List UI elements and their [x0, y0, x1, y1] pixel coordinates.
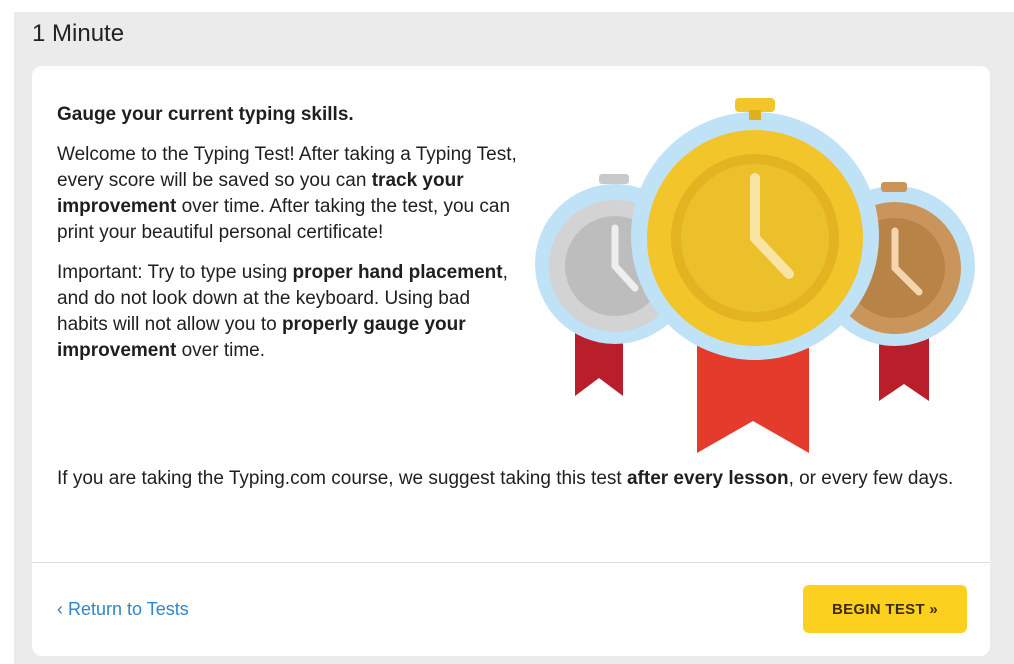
intro-heading: Gauge your current typing skills. [57, 104, 354, 125]
text-segment: , or every few days. [788, 468, 954, 489]
test-info-card: Gauge your current typing skills. Welcom… [32, 66, 990, 656]
begin-test-button[interactable]: BEGIN TEST » [803, 585, 967, 633]
text-segment: Important: Try to type using [57, 262, 293, 283]
text-segment: If you are taking the Typing.com course,… [57, 468, 627, 489]
intro-paragraph-1: Welcome to the Typing Test! After taking… [57, 142, 517, 246]
footer-divider [32, 562, 990, 563]
intro-paragraph-2: Important: Try to type using proper hand… [57, 260, 517, 364]
test-panel: 1 Minute Gauge your current typing skill… [14, 12, 1014, 664]
text-segment: over time. [176, 340, 266, 361]
emphasis-text: proper hand placement [292, 262, 503, 283]
page-title: 1 Minute [32, 20, 125, 47]
medals-illustration [535, 98, 975, 453]
intro-text: Gauge your current typing skills. Welcom… [57, 102, 517, 378]
return-to-tests-link[interactable]: ‹ Return to Tests [57, 599, 189, 620]
intro-paragraph-3: If you are taking the Typing.com course,… [57, 466, 977, 492]
gold-medal-icon [631, 98, 879, 360]
emphasis-text: after every lesson [626, 468, 789, 489]
